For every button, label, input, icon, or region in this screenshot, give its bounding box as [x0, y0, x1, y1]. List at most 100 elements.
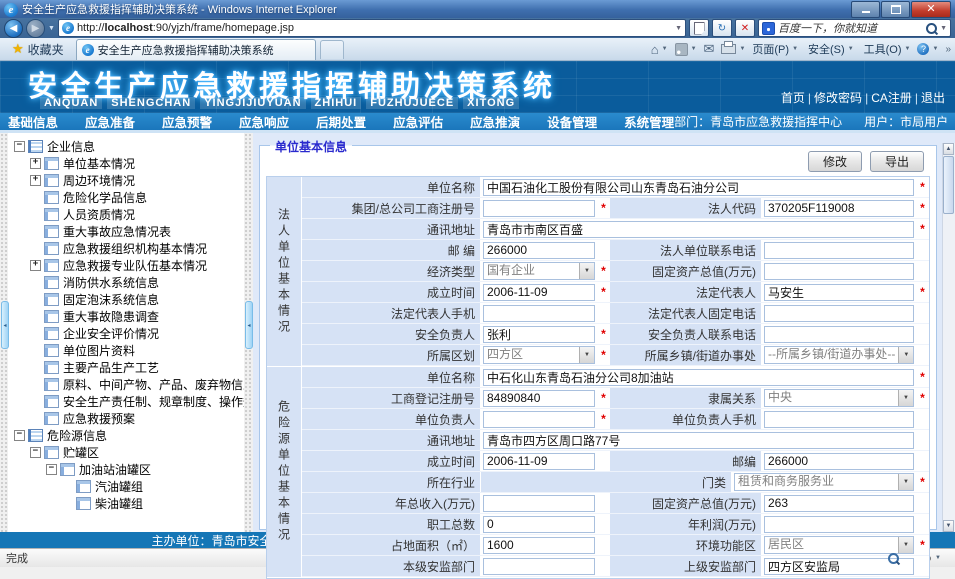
address-dropdown-icon[interactable]: ▼ — [675, 25, 682, 32]
feeds-button[interactable]: ▼ — [675, 43, 697, 56]
field-input[interactable] — [483, 432, 914, 449]
nav-menu-item[interactable]: 基础信息 — [8, 112, 58, 131]
splitter-collapse-handle[interactable]: ◂ — [1, 301, 9, 349]
tree-expand-toggle[interactable]: − — [46, 464, 57, 475]
nav-menu-item[interactable]: 应急预警 — [162, 112, 212, 131]
tree-item[interactable]: 单位图片资料 — [8, 342, 244, 359]
close-button[interactable]: ✕ — [911, 1, 951, 18]
header-link[interactable]: 退出 — [921, 89, 945, 106]
tree-expand-toggle[interactable]: − — [14, 141, 25, 152]
nav-menu-item[interactable]: 应急准备 — [85, 112, 135, 131]
header-link[interactable]: CA注册 — [871, 89, 912, 106]
tree-item[interactable]: 消防供水系统信息 — [8, 274, 244, 291]
scrollbar-thumb[interactable] — [943, 156, 954, 214]
minimize-button[interactable] — [851, 1, 880, 18]
tree-expand-toggle[interactable]: + — [30, 175, 41, 186]
tree-item[interactable]: 应急救援组织机构基本情况 — [8, 240, 244, 257]
tree-item[interactable]: −危险源信息 — [8, 427, 244, 444]
browser-tab[interactable]: e 安全生产应急救援指挥辅助决策系统 — [76, 39, 316, 60]
nav-menu-item[interactable]: 系统管理 — [624, 112, 674, 131]
command-menu-button[interactable]: 工具(O)▼ — [864, 41, 911, 57]
forward-button[interactable]: ▶ — [26, 19, 45, 38]
tree-item[interactable]: 安全生产责任制、规章制度、操作规程信息 — [8, 393, 244, 410]
field-input[interactable] — [483, 558, 595, 575]
tree-expand-toggle[interactable]: + — [30, 158, 41, 169]
maximize-button[interactable] — [881, 1, 910, 18]
field-input[interactable] — [764, 242, 914, 259]
field-input[interactable] — [764, 284, 914, 301]
tree-item[interactable]: 危险化学品信息 — [8, 189, 244, 206]
field-input[interactable] — [483, 221, 914, 238]
tree-item[interactable]: 主要产品生产工艺 — [8, 359, 244, 376]
tree-item[interactable]: +单位基本情况 — [8, 155, 244, 172]
home-button[interactable]: ⌂▼ — [651, 42, 668, 57]
field-input[interactable] — [483, 390, 595, 407]
print-button[interactable]: ▼ — [721, 44, 745, 54]
field-select[interactable]: 四方区▼ — [483, 346, 595, 364]
search-input[interactable]: 百度一下，你就知道 ▼ — [758, 19, 951, 37]
field-input[interactable] — [764, 411, 914, 428]
scroll-up-icon[interactable]: ▲ — [943, 143, 954, 155]
nav-menu-item[interactable]: 设备管理 — [547, 112, 597, 131]
tree-expand-toggle[interactable]: − — [30, 447, 41, 458]
tree-item[interactable]: −加油站油罐区 — [8, 461, 244, 478]
field-select[interactable]: 中央▼ — [764, 389, 914, 407]
field-input[interactable] — [483, 326, 595, 343]
tree-expand-toggle[interactable]: − — [14, 430, 25, 441]
search-icon[interactable] — [926, 23, 937, 34]
command-menu-button[interactable]: 安全(S)▼ — [808, 41, 854, 57]
field-input[interactable] — [483, 305, 595, 322]
help-button[interactable]: ?▼ — [917, 43, 938, 55]
field-input[interactable] — [764, 326, 914, 343]
history-dropdown-icon[interactable]: ▼ — [48, 25, 55, 32]
search-dropdown-icon[interactable]: ▼ — [940, 25, 947, 32]
field-input[interactable] — [764, 495, 914, 512]
content-scrollbar[interactable]: ▲ ▼ — [942, 143, 955, 532]
command-menu-button[interactable]: 页面(P)▼ — [752, 41, 798, 57]
field-select[interactable]: --所属乡镇/街道办事处--▼ — [764, 346, 914, 364]
nav-menu-item[interactable]: 应急推演 — [470, 112, 520, 131]
field-select[interactable]: 国有企业▼ — [483, 262, 595, 280]
field-input[interactable] — [483, 411, 595, 428]
scroll-down-icon[interactable]: ▼ — [943, 520, 954, 532]
tree-item[interactable]: 原料、中间产物、产品、废弃物信息 — [8, 376, 244, 393]
back-button[interactable]: ◀ — [4, 19, 23, 38]
tree-item[interactable]: 人员资质情况 — [8, 206, 244, 223]
field-input[interactable] — [483, 537, 595, 554]
nav-menu-item[interactable]: 应急响应 — [239, 112, 289, 131]
header-link[interactable]: 修改密码 — [814, 89, 862, 106]
tree-item[interactable]: 企业安全评价情况 — [8, 325, 244, 342]
field-input[interactable] — [483, 516, 595, 533]
field-input[interactable] — [764, 200, 914, 217]
tree-expand-toggle[interactable]: + — [30, 260, 41, 271]
tree-item[interactable]: 应急救援预案 — [8, 410, 244, 427]
field-select[interactable]: 租赁和商务服务业▼ — [734, 473, 914, 491]
compatibility-view-button[interactable] — [689, 19, 709, 37]
header-link[interactable]: 首页 — [781, 89, 805, 106]
field-input[interactable] — [483, 179, 914, 196]
new-tab-button[interactable] — [320, 40, 344, 59]
tree-item[interactable]: +周边环境情况 — [8, 172, 244, 189]
splitter-collapse-handle[interactable]: ◂ — [245, 301, 253, 349]
field-input[interactable] — [764, 453, 914, 470]
favorites-button[interactable]: ★ 收藏夹 — [4, 40, 72, 59]
field-input[interactable] — [764, 516, 914, 533]
nav-menu-item[interactable]: 应急评估 — [393, 112, 443, 131]
field-input[interactable] — [483, 284, 595, 301]
tree-item[interactable]: 柴油罐组 — [8, 495, 244, 512]
read-mail-button[interactable]: ✉ — [704, 41, 715, 57]
tree-content-splitter[interactable]: ◂ — [244, 133, 253, 532]
field-input[interactable] — [483, 453, 595, 470]
tree-item[interactable]: 汽油罐组 — [8, 478, 244, 495]
export-button[interactable]: 导出 — [870, 151, 924, 172]
field-input[interactable] — [764, 305, 914, 322]
field-input[interactable] — [483, 242, 595, 259]
overflow-chevron-icon[interactable]: » — [945, 44, 951, 55]
field-input[interactable] — [483, 369, 914, 386]
tree-item[interactable]: 重大事故隐患调查 — [8, 308, 244, 325]
field-input[interactable] — [764, 263, 914, 280]
left-splitter[interactable]: ◂ — [0, 133, 8, 532]
stop-button[interactable]: ✕ — [735, 19, 755, 37]
field-select[interactable]: 居民区▼ — [764, 536, 914, 554]
modify-button[interactable]: 修改 — [808, 151, 862, 172]
